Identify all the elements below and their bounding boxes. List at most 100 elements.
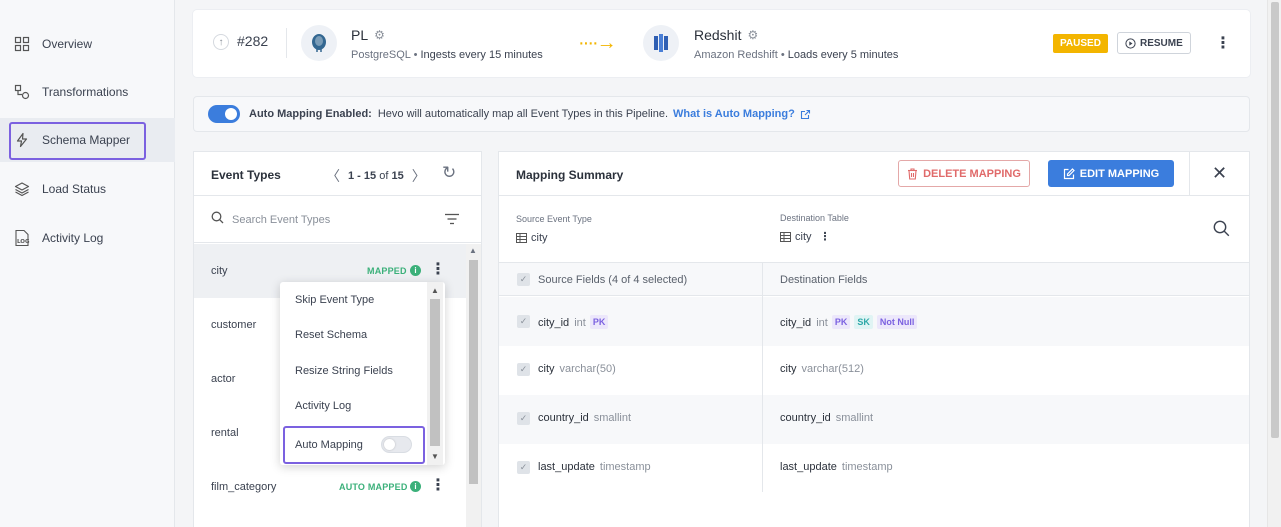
gear-icon[interactable]: ⚙: [747, 28, 758, 42]
destination-field: last_update timestamp: [780, 461, 893, 473]
mapped-badge: MAPPED: [367, 266, 407, 276]
edit-mapping-button[interactable]: EDIT MAPPING: [1048, 160, 1174, 187]
auto-mapping-help-link[interactable]: What is Auto Mapping?: [673, 108, 795, 120]
resume-button[interactable]: RESUME: [1117, 32, 1191, 54]
more-options-icon[interactable]: ⋮: [820, 230, 831, 243]
pk-badge: PK: [589, 315, 609, 329]
destination-type: Amazon Redshift: [694, 49, 778, 61]
auto-mapping-toggle[interactable]: [381, 436, 412, 453]
delete-mapping-button[interactable]: DELETE MAPPING: [898, 160, 1030, 187]
field-name: city: [538, 363, 555, 375]
scrollbar-thumb[interactable]: [1271, 2, 1279, 438]
source-name-text: PL: [351, 27, 369, 43]
destination-field: city varchar(512): [780, 363, 864, 375]
more-options-icon[interactable]: ⋮: [1215, 36, 1231, 52]
field-type: timestamp: [841, 461, 893, 473]
menu-item-activity-log[interactable]: Activity Log: [295, 400, 351, 412]
menu-item-reset-schema[interactable]: Reset Schema: [295, 329, 367, 341]
event-search-bar: [194, 197, 481, 243]
source-schedule: Ingests every 15 minutes: [420, 49, 543, 61]
not-null-badge: Not Null: [876, 315, 918, 329]
auto-mapped-badge: AUTO MAPPED: [339, 482, 408, 492]
page-scrollbar[interactable]: [1267, 0, 1281, 527]
filter-icon[interactable]: [444, 213, 460, 225]
chevron-right-icon[interactable]: 〉: [412, 166, 426, 186]
pk-badge: PK: [831, 315, 851, 329]
field-checkbox[interactable]: ✓: [517, 461, 530, 474]
event-row-film-category[interactable]: film_category: [194, 460, 466, 514]
source-name[interactable]: PL ⚙: [351, 27, 385, 43]
destination-name[interactable]: Redshit ⚙: [694, 27, 758, 43]
external-link-icon[interactable]: [800, 109, 811, 120]
field-type: varchar(50): [559, 363, 616, 375]
sidebar-item-schema-mapper[interactable]: Schema Mapper: [0, 118, 175, 162]
source-event-type-label: Source Event Type: [516, 214, 592, 224]
arrow-up-icon[interactable]: ↑: [213, 34, 229, 50]
table-icon: [780, 231, 791, 242]
scroll-up-icon[interactable]: ▲: [469, 246, 477, 255]
auto-mapping-banner: Auto Mapping Enabled: Hevo will automati…: [193, 96, 1250, 132]
source-details: PostgreSQL • Ingests every 15 minutes: [351, 49, 543, 61]
sidebar-item-load-status[interactable]: Load Status: [0, 167, 175, 211]
sidebar-item-overview[interactable]: Overview: [0, 22, 175, 66]
menu-item-resize-string-fields[interactable]: Resize String Fields: [295, 365, 393, 377]
field-name: last_update: [780, 461, 837, 473]
more-options-icon[interactable]: ⋮: [430, 478, 446, 494]
menu-item-skip-event-type[interactable]: Skip Event Type: [295, 294, 374, 306]
svg-text:LOG: LOG: [17, 239, 30, 245]
search-input[interactable]: [232, 209, 432, 231]
event-list-scrollbar[interactable]: ▲: [466, 244, 481, 527]
field-row: ✓ last_update timestamp last_update timest…: [499, 444, 1249, 493]
gear-icon[interactable]: ⚙: [374, 28, 385, 42]
edit-mapping-label: EDIT MAPPING: [1079, 167, 1160, 180]
scroll-down-icon[interactable]: ▼: [431, 452, 439, 461]
scroll-up-icon[interactable]: ▲: [431, 286, 439, 295]
field-checkbox[interactable]: ✓: [517, 412, 530, 425]
mapping-summary-panel: Mapping Summary DELETE MAPPING EDIT MAPP…: [498, 151, 1250, 527]
sidebar-item-transformations[interactable]: Transformations: [0, 70, 175, 114]
trash-icon: [908, 167, 918, 180]
event-types-header: Event Types 〈 1 - 15 of 15 〉 ↻: [194, 152, 481, 196]
source-event-type-value: city: [516, 232, 548, 244]
info-icon[interactable]: i: [410, 265, 421, 276]
highlight-box: [9, 122, 146, 160]
more-options-icon[interactable]: ⋮: [430, 262, 446, 278]
source-field: city varchar(50): [538, 363, 616, 375]
destination-field: city_id int PK SK Not Null: [780, 315, 918, 329]
field-type: int: [574, 317, 586, 329]
scrollbar-thumb[interactable]: [430, 299, 440, 446]
close-icon[interactable]: ✕: [1212, 163, 1227, 184]
play-circle-icon: [1125, 37, 1136, 49]
auto-mapping-toggle[interactable]: [208, 105, 240, 123]
divider: [286, 28, 287, 58]
field-name: last_update: [538, 461, 595, 473]
destination-field: country_id smallint: [780, 412, 873, 424]
sidebar-item-activity-log[interactable]: LOG Activity Log: [0, 216, 175, 260]
field-checkbox[interactable]: ✓: [517, 363, 530, 376]
field-row: ✓ city varchar(50) city varchar(512): [499, 346, 1249, 395]
search-icon[interactable]: [1213, 220, 1230, 237]
sidebar: Overview Transformations Schema Mapper L…: [0, 0, 175, 527]
chevron-left-icon[interactable]: 〈: [326, 166, 340, 186]
flow-arrow-icon: ····→: [578, 32, 617, 54]
menu-item-auto-mapping[interactable]: Auto Mapping: [295, 439, 363, 451]
info-icon[interactable]: i: [410, 481, 421, 492]
select-all-checkbox[interactable]: ✓: [517, 273, 530, 286]
event-name: actor: [211, 373, 236, 385]
source-field: last_update timestamp: [538, 461, 651, 473]
field-type: smallint: [835, 412, 874, 424]
source-field: city_id int PK: [538, 315, 609, 329]
menu-scrollbar[interactable]: ▲ ▼: [427, 282, 443, 465]
scrollbar-thumb[interactable]: [469, 260, 478, 484]
source-fields-header: Source Fields (4 of 4 selected): [538, 274, 688, 286]
pager-total: 15: [391, 170, 404, 182]
field-checkbox[interactable]: ✓: [517, 315, 530, 328]
destination-details: Amazon Redshift • Loads every 5 minutes: [694, 49, 899, 61]
pager: 〈 1 - 15 of 15 〉: [326, 166, 426, 186]
refresh-icon[interactable]: ↻: [442, 163, 456, 183]
divider: [1189, 152, 1190, 196]
transform-icon: [13, 83, 31, 101]
sidebar-item-label: Overview: [42, 37, 93, 51]
field-row: ✓ country_id smallint country_id smallint: [499, 395, 1249, 444]
banner-title: Auto Mapping Enabled:: [249, 108, 372, 120]
